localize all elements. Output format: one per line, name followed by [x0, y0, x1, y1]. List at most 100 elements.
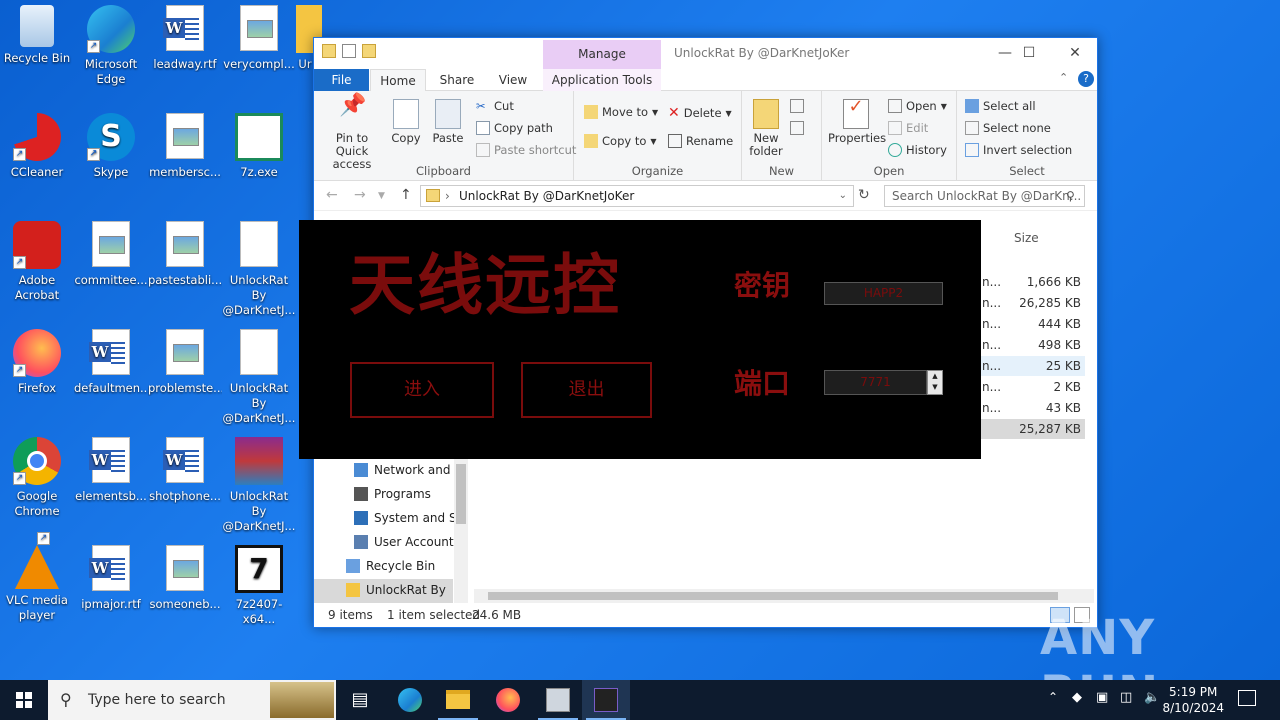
back-arrow-icon[interactable]: ←: [326, 187, 338, 203]
title-bar[interactable]: Manage UnlockRat By @DarKnetJoKer — ☐ ✕: [314, 38, 1097, 69]
desktop-icon-unlockrat-archive[interactable]: UnlockRat By @DarKnetJ...: [222, 437, 296, 534]
desktop-icon-chrome[interactable]: ↗ Google Chrome: [0, 437, 74, 519]
chevron-down-icon[interactable]: ⌄: [839, 186, 847, 206]
horizontal-scrollbar[interactable]: [474, 589, 1094, 603]
close-icon[interactable]: ✕: [1052, 40, 1098, 66]
search-input[interactable]: Search UnlockRat By @DarKn...: [884, 185, 1085, 207]
maximize-icon[interactable]: ☐: [1006, 40, 1052, 66]
nav-scrollbar[interactable]: [454, 458, 468, 603]
desktop-icon-memberscan[interactable]: membersc...: [148, 113, 222, 180]
edge-taskbar-icon[interactable]: [386, 680, 434, 720]
desktop-icon-skype[interactable]: S ↗ Skype: [74, 113, 148, 180]
nav-item[interactable]: Programs: [354, 483, 431, 505]
file-size-cell[interactable]: 1,666 KB: [1001, 275, 1081, 289]
network-icon[interactable]: ◫: [1120, 690, 1132, 705]
chevron-up-icon[interactable]: ⌃: [1059, 71, 1068, 84]
desktop-icon-acrobat[interactable]: ↗ Adobe Acrobat: [0, 221, 74, 303]
help-icon[interactable]: ?: [1078, 71, 1094, 87]
pin-to-quick-access-button[interactable]: 📌 Pin to Quick access: [320, 95, 384, 171]
rat-panel-taskbar-icon[interactable]: [582, 680, 630, 720]
show-hidden-icons-icon[interactable]: ⌃: [1048, 690, 1058, 704]
column-header-size[interactable]: Size: [1014, 231, 1039, 245]
nav-item[interactable]: System and Sec: [354, 507, 458, 529]
desktop-icon-unlockrat-file[interactable]: UnlockRat By @DarKnetJ...: [222, 221, 296, 318]
volume-icon[interactable]: 🔈: [1144, 690, 1160, 705]
nav-item[interactable]: UnlockRat By @I: [346, 579, 450, 601]
clock[interactable]: 5:19 PM 8/10/2024: [1162, 684, 1224, 716]
cut-button[interactable]: ✂ Cut: [476, 99, 514, 113]
select-none-button[interactable]: Select none: [965, 121, 1051, 135]
copy-button[interactable]: Copy: [388, 99, 424, 145]
up-arrow-icon[interactable]: ↑: [400, 187, 412, 203]
rename-button[interactable]: Rename: [668, 134, 733, 148]
exit-button[interactable]: 退出: [521, 362, 652, 418]
refresh-icon[interactable]: ↻: [858, 187, 870, 203]
nav-item[interactable]: Recycle Bin: [346, 555, 435, 577]
firefox-taskbar-icon[interactable]: [484, 680, 532, 720]
paste-shortcut-button[interactable]: Paste shortcut: [476, 143, 576, 157]
desktop-icon-elementsb[interactable]: Welementsb...: [74, 437, 148, 504]
file-size-cell[interactable]: 25 KB: [1001, 359, 1081, 373]
enter-button[interactable]: 进入: [350, 362, 494, 418]
desktop-icon-edge[interactable]: ↗ Microsoft Edge: [74, 5, 148, 87]
nav-item[interactable]: User Accounts: [354, 531, 458, 553]
rat-app-taskbar-icon[interactable]: [534, 680, 582, 720]
address-input[interactable]: › UnlockRat By @DarKnetJoKer ⌄: [420, 185, 854, 207]
manage-tab[interactable]: Manage: [543, 40, 661, 69]
tab-share[interactable]: Share: [432, 69, 482, 91]
file-size-cell[interactable]: 444 KB: [1001, 317, 1081, 331]
copy-path-button[interactable]: Copy path: [476, 121, 553, 135]
desktop-icon-recycle-bin[interactable]: Recycle Bin: [0, 5, 74, 66]
move-to-button[interactable]: Move to ▼: [584, 105, 658, 119]
desktop-icon-ipmajor[interactable]: Wipmajor.rtf: [74, 545, 148, 612]
folder-icon[interactable]: [362, 44, 376, 58]
forward-arrow-icon[interactable]: →: [354, 187, 366, 203]
paste-button[interactable]: Paste: [430, 99, 466, 145]
tab-home[interactable]: Home: [370, 69, 426, 92]
nav-item[interactable]: Network and Ir: [354, 459, 458, 481]
file-size-cell[interactable]: 26,285 KB: [1001, 296, 1081, 310]
copy-to-button[interactable]: Copy to ▼: [584, 134, 657, 148]
edit-button[interactable]: Edit: [888, 121, 928, 135]
desktop-icon-verycompl[interactable]: verycompl...: [222, 5, 296, 72]
desktop-icon-unlockrat-file[interactable]: UnlockRat By @DarKnetJ...: [222, 329, 296, 426]
desktop-icon-vlc[interactable]: ↗ VLC media player: [0, 532, 74, 623]
start-button[interactable]: [0, 680, 48, 720]
desktop-icon-7z-exe[interactable]: 7z.exe: [222, 113, 296, 180]
desktop-icon-problemste[interactable]: problemste...: [148, 329, 222, 396]
port-input[interactable]: 7771: [824, 370, 927, 395]
properties-button[interactable]: ✓ Properties: [828, 98, 886, 145]
tab-application-tools[interactable]: Application Tools: [543, 69, 661, 91]
desktop-icon-shotphone[interactable]: Wshotphone...: [148, 437, 222, 504]
tray-app-icon[interactable]: ◆: [1072, 690, 1082, 705]
history-button[interactable]: History: [888, 143, 947, 157]
invert-selection-button[interactable]: Invert selection: [965, 143, 1072, 157]
desktop-icon-pastestability[interactable]: pastestabli...: [148, 221, 222, 288]
task-view-icon[interactable]: ▤: [336, 680, 384, 720]
tab-view[interactable]: View: [488, 69, 538, 91]
port-stepper[interactable]: ▲ ▼: [927, 370, 943, 395]
file-size-cell[interactable]: 43 KB: [1001, 401, 1081, 415]
file-size-cell[interactable]: 2 KB: [1001, 380, 1081, 394]
properties-icon[interactable]: [342, 44, 356, 58]
desktop-icon-defaultmen[interactable]: Wdefaultmen...: [74, 329, 148, 396]
select-all-button[interactable]: Select all: [965, 99, 1036, 113]
recent-chevron-icon[interactable]: ▼: [378, 191, 385, 201]
file-size-cell[interactable]: 25,287 KB: [1001, 422, 1081, 436]
file-explorer-taskbar-icon[interactable]: [434, 680, 482, 720]
desktop-icon-7z-installer[interactable]: 7 7z2407-x64...: [222, 545, 296, 627]
desktop-icon-leadway[interactable]: Wleadway.rtf: [148, 5, 222, 72]
new-folder-button[interactable]: New folder: [748, 99, 784, 158]
desktop-icon-ccleaner[interactable]: ↗ CCleaner: [0, 113, 74, 180]
desktop-icon-firefox[interactable]: ↗ Firefox: [0, 329, 74, 396]
desktop-icon-someoneb[interactable]: someoneb...: [148, 545, 222, 612]
notification-icon[interactable]: [1238, 690, 1256, 706]
tray-device-icon[interactable]: ▣: [1096, 690, 1108, 705]
file-size-cell[interactable]: 498 KB: [1001, 338, 1081, 352]
open-button[interactable]: Open ▼: [888, 99, 947, 113]
new-item-button[interactable]: [790, 99, 804, 113]
tab-file[interactable]: File: [314, 69, 369, 91]
easy-access-button[interactable]: [790, 121, 804, 135]
delete-button[interactable]: ✕ Delete ▼: [668, 105, 732, 121]
key-input[interactable]: HAPP2: [824, 282, 943, 305]
